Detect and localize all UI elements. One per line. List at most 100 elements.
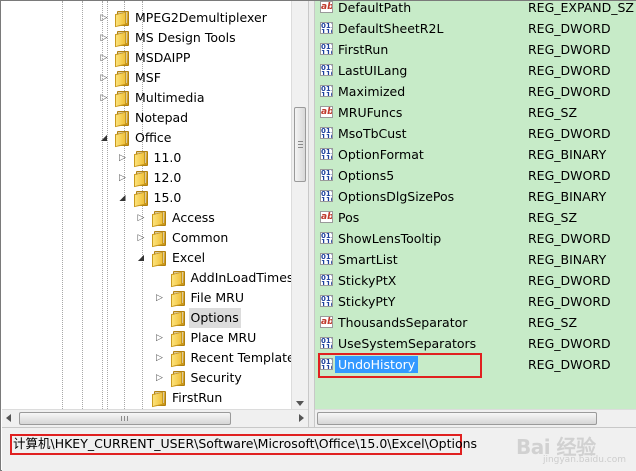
- tree-item-12-0[interactable]: ▷ 12.0: [2, 168, 292, 188]
- expanded-arrow-icon[interactable]: ◢: [136, 248, 146, 268]
- expanded-arrow-icon[interactable]: ◢: [118, 188, 128, 208]
- tree-vertical-scrollbar[interactable]: [291, 1, 308, 409]
- tree-item-common[interactable]: ▷ Common: [2, 228, 292, 248]
- value-name: MsoTbCust: [338, 126, 407, 141]
- folder-icon: [115, 11, 129, 28]
- tree-item-recent-templates[interactable]: ▷ Recent Templates: [2, 348, 292, 368]
- tree-horizontal-scroll-thumb[interactable]: [19, 412, 231, 425]
- binary-value-icon: 011110: [320, 295, 333, 307]
- tree-item-multimedia[interactable]: ▷ Multimedia: [2, 88, 292, 108]
- tree-item-label: Options: [188, 308, 241, 328]
- value-row-optionformat[interactable]: 011110 OptionFormat REG_BINARY: [315, 144, 636, 165]
- tree-item-label: MSF: [135, 70, 161, 85]
- binary-value-icon: 011110: [320, 148, 333, 160]
- tree-item-ms-design-tools[interactable]: ▷ MS Design Tools: [2, 28, 292, 48]
- value-row-mrufuncs[interactable]: ab MRUFuncs REG_SZ: [315, 102, 636, 123]
- tree-item-msdaipp[interactable]: ▷ MSDAIPP: [2, 48, 292, 68]
- value-type: REG_BINARY: [528, 147, 607, 162]
- registry-editor-window: ▷ MPEG2Demultiplexer ▷ MS Design Tools ▷ MSDA…: [0, 0, 636, 471]
- tree-item-security[interactable]: ▷ Security: [2, 368, 292, 388]
- pane-splitter[interactable]: [308, 1, 315, 427]
- collapsed-arrow-icon[interactable]: ▷: [155, 328, 165, 348]
- tree-item-label: MSDAIPP: [135, 50, 191, 65]
- folder-icon: [115, 111, 129, 128]
- binary-value-icon: 011110: [320, 127, 333, 139]
- collapsed-arrow-icon[interactable]: ▷: [118, 168, 128, 188]
- tree-item-label: Security: [190, 370, 242, 385]
- value-row-showlenstooltip[interactable]: 011110 ShowLensTooltip REG_DWORD: [315, 228, 636, 249]
- value-name: Pos: [338, 210, 360, 225]
- value-row-options5[interactable]: 011110 Options5 REG_DWORD: [315, 165, 636, 186]
- tree-item-label: Common: [172, 230, 229, 245]
- watermark-subtext: jingyan.baidu.com: [542, 455, 626, 465]
- collapsed-arrow-icon[interactable]: ▷: [118, 148, 128, 168]
- tree-item-options[interactable]: Options: [2, 308, 292, 328]
- collapsed-arrow-icon[interactable]: ▷: [155, 348, 165, 368]
- string-value-icon: ab: [320, 211, 333, 223]
- value-type: REG_SZ: [528, 210, 578, 225]
- collapsed-arrow-icon[interactable]: ▷: [99, 8, 109, 28]
- tree-item-firstrun[interactable]: FirstRun: [2, 388, 292, 408]
- tree-item-mpeg2demultiplexer[interactable]: ▷ MPEG2Demultiplexer: [2, 8, 292, 28]
- tree-item-label: 15.0: [153, 190, 182, 205]
- tree-item-11-0[interactable]: ▷ 11.0: [2, 148, 292, 168]
- value-type: REG_EXPAND_SZ: [528, 1, 634, 15]
- value-row-stickyptx[interactable]: 011110 StickyPtX REG_DWORD: [315, 270, 636, 291]
- value-type: REG_SZ: [528, 315, 578, 330]
- tree-item-label: Access: [172, 210, 215, 225]
- value-row-usesystemseparators[interactable]: 011110 UseSystemSeparators REG_DWORD: [315, 333, 636, 354]
- collapsed-arrow-icon[interactable]: ▷: [99, 68, 109, 88]
- value-name: DefaultSheetR2L: [338, 21, 444, 36]
- binary-value-icon: 011110: [320, 22, 333, 34]
- value-name: FirstRun: [338, 42, 389, 57]
- folder-icon: [170, 371, 185, 388]
- scroll-right-arrow-icon[interactable]: [299, 414, 304, 422]
- registry-tree[interactable]: ▷ MPEG2Demultiplexer ▷ MS Design Tools ▷ MSDA…: [2, 1, 292, 409]
- values-list[interactable]: ab DefaultPath REG_EXPAND_SZ 011110 DefaultS…: [315, 1, 636, 409]
- expanded-arrow-icon[interactable]: ◢: [99, 128, 109, 148]
- value-name: OptionFormat: [338, 147, 424, 162]
- collapsed-arrow-icon[interactable]: ▷: [136, 208, 146, 228]
- value-type: REG_DWORD: [528, 231, 611, 246]
- value-row-optionsdlgsizepos[interactable]: 011110 OptionsDlgSizePos REG_BINARY: [315, 186, 636, 207]
- tree-item-label: Recent Templates: [190, 350, 293, 365]
- value-row-defaultpath[interactable]: ab DefaultPath REG_EXPAND_SZ: [315, 1, 636, 18]
- baidu-watermark-logo: Bai 经验 jingyan.baidu.com: [516, 425, 626, 465]
- folder-icon: [152, 391, 166, 408]
- value-row-lastuilang[interactable]: 011110 LastUILang REG_DWORD: [315, 60, 636, 81]
- tree-item-file-mru[interactable]: ▷ File MRU: [2, 288, 292, 308]
- tree-item-addinloadtimes[interactable]: AddInLoadTimes: [2, 268, 292, 288]
- tree-item-notepad[interactable]: Notepad: [2, 108, 292, 128]
- value-name: DefaultPath: [338, 1, 412, 15]
- tree-item-office[interactable]: ◢ Office: [2, 128, 292, 148]
- tree-item-access[interactable]: ▷ Access: [2, 208, 292, 228]
- value-row-thousandsseparator[interactable]: ab ThousandsSeparator REG_SZ: [315, 312, 636, 333]
- value-name: UseSystemSeparators: [338, 336, 477, 351]
- value-name: Maximized: [338, 84, 406, 99]
- tree-item-msf[interactable]: ▷ MSF: [2, 68, 292, 88]
- values-horizontal-scroll-thumb[interactable]: [317, 412, 597, 425]
- collapsed-arrow-icon[interactable]: ▷: [99, 48, 109, 68]
- value-row-msotbcust[interactable]: 011110 MsoTbCust REG_DWORD: [315, 123, 636, 144]
- tree-horizontal-scrollbar[interactable]: [2, 409, 308, 427]
- value-row-smartlist[interactable]: 011110 SmartList REG_BINARY: [315, 249, 636, 270]
- scroll-left-arrow-icon[interactable]: [6, 414, 11, 422]
- folder-icon: [170, 291, 185, 308]
- value-row-firstrun[interactable]: 011110 FirstRun REG_DWORD: [315, 39, 636, 60]
- collapsed-arrow-icon[interactable]: ▷: [99, 88, 109, 108]
- collapsed-arrow-icon[interactable]: ▷: [155, 368, 165, 388]
- tree-item-excel[interactable]: ◢ Excel: [2, 248, 292, 268]
- collapsed-arrow-icon[interactable]: ▷: [99, 28, 109, 48]
- collapsed-arrow-icon[interactable]: ▷: [136, 228, 146, 248]
- tree-item-place-mru[interactable]: ▷ Place MRU: [2, 328, 292, 348]
- tree-vertical-scroll-thumb[interactable]: [294, 107, 306, 182]
- string-value-icon: ab: [320, 316, 333, 328]
- tree-item-15-0[interactable]: ◢ 15.0: [2, 188, 292, 208]
- tree-item-label: MS Design Tools: [135, 30, 236, 45]
- value-row-maximized[interactable]: 011110 Maximized REG_DWORD: [315, 81, 636, 102]
- collapsed-arrow-icon[interactable]: ▷: [155, 288, 165, 308]
- value-row-defaultsheetr2l[interactable]: 011110 DefaultSheetR2L REG_DWORD: [315, 18, 636, 39]
- value-row-pos[interactable]: ab Pos REG_SZ: [315, 207, 636, 228]
- scroll-down-arrow-icon[interactable]: [296, 401, 304, 406]
- value-row-stickypty[interactable]: 011110 StickyPtY REG_DWORD: [315, 291, 636, 312]
